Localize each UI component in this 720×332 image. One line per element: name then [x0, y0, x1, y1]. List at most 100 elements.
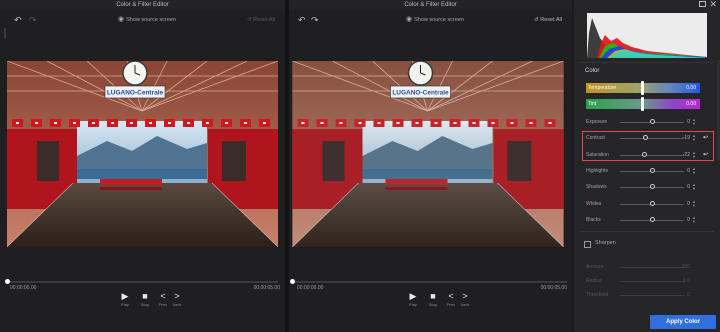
- playhead-knob[interactable]: [290, 279, 295, 284]
- temperature-bar[interactable]: Temperature 0.00: [586, 81, 700, 95]
- source-preview-pane: Color & Filter Editor ↶ ↷ ◉ Show source s…: [0, 0, 285, 332]
- exposure-stepper-icon[interactable]: ▲ ▼: [692, 118, 696, 126]
- blacks-value[interactable]: 0: [687, 215, 690, 225]
- highlights-knob[interactable]: [649, 168, 655, 173]
- highlights-slider-row: Highlights 0 ▲ ▼: [586, 166, 712, 176]
- saturation-knob[interactable]: [642, 152, 648, 157]
- section-divider: [580, 62, 714, 63]
- preview-image: LUGANO-Centrale: [7, 61, 278, 247]
- prev-button[interactable]: < Prev: [156, 291, 170, 307]
- undo-icon[interactable]: ↶: [14, 14, 22, 26]
- undo-icon[interactable]: ↶: [298, 14, 306, 26]
- tint-knob[interactable]: [641, 97, 644, 111]
- temperature-value: 0.00: [686, 85, 696, 91]
- playhead-knob[interactable]: [5, 279, 10, 284]
- shadows-value[interactable]: 0: [687, 182, 690, 192]
- reset-icon: ↺: [534, 17, 539, 23]
- next-icon: >: [462, 291, 468, 301]
- contrast-reset-icon[interactable]: ↩: [703, 133, 708, 143]
- sharpen-threshold-label: Threshold: [586, 292, 609, 298]
- sharpen-threshold-slider[interactable]: [620, 295, 684, 296]
- exposure-slider-row: Exposure 0 ▲ ▼: [586, 117, 712, 127]
- saturation-stepper-icon[interactable]: ▲ ▼: [692, 151, 696, 159]
- edited-preview-pane: Color & Filter Editor ↶ ↷ ◉ Show source s…: [289, 0, 572, 332]
- time-start: 00:00:00.00: [297, 285, 324, 291]
- exposure-knob[interactable]: [649, 119, 655, 124]
- saturation-slider[interactable]: [620, 155, 684, 156]
- apply-color-button[interactable]: Apply Color: [650, 315, 716, 329]
- sharpen-radius-label: Radius: [586, 278, 602, 284]
- playback-controls: ▶ Play ■ Stop < Prev > Next: [406, 291, 476, 311]
- stop-button[interactable]: ■ Stop: [138, 291, 152, 307]
- time-start: 00:00:00.00: [10, 285, 37, 291]
- reset-all-button[interactable]: ↺ Reset All: [534, 14, 562, 26]
- tint-value: 0.00: [686, 101, 696, 107]
- stop-button[interactable]: ■ Stop: [426, 291, 440, 307]
- timeline-scrubber[interactable]: [290, 279, 567, 284]
- sharpen-amount-value[interactable]: 100: [682, 262, 690, 272]
- blacks-knob[interactable]: [649, 217, 655, 222]
- tint-bar[interactable]: Tint 0.00: [586, 97, 700, 111]
- highlights-value[interactable]: 0: [687, 166, 690, 176]
- highlights-stepper-icon[interactable]: ▲ ▼: [692, 167, 696, 175]
- histogram: [587, 13, 707, 58]
- pane-title: Color & Filter Editor: [0, 0, 285, 11]
- sharpen-amount-slider[interactable]: [620, 267, 684, 268]
- prev-icon: <: [448, 291, 454, 301]
- color-settings-panel: ✕ Color Temperature 0.00 Tint 0.00 Sharp…: [574, 0, 720, 332]
- play-icon: ▶: [409, 291, 417, 301]
- sharpen-amount-label: Amount: [586, 264, 604, 270]
- prev-button[interactable]: < Prev: [444, 291, 458, 307]
- whites-value[interactable]: 0: [687, 199, 690, 209]
- sharpen-threshold-value[interactable]: 0: [687, 290, 690, 300]
- sharpen-threshold-row: Threshold 0: [586, 290, 712, 300]
- sharpen-radius-slider[interactable]: [620, 281, 684, 282]
- reset-all-button[interactable]: ↺ Reset All: [247, 14, 275, 26]
- show-source-toggle[interactable]: ◉ Show source screen: [406, 14, 464, 26]
- play-button[interactable]: ▶ Play: [118, 291, 132, 307]
- sharpen-label: Sharpen: [595, 240, 616, 246]
- whites-knob[interactable]: [649, 201, 655, 206]
- preview-toolbar: ↶ ↷ ◉ Show source screen ↺ Reset All: [0, 14, 285, 26]
- highlights-label: Highlights: [586, 168, 608, 174]
- contrast-slider-row: Contrast -19 ▲ ▼ ↩: [586, 133, 712, 143]
- next-button[interactable]: > Next: [458, 291, 472, 307]
- contrast-stepper-icon[interactable]: ▲ ▼: [692, 134, 696, 142]
- play-icon: ▶: [121, 291, 129, 301]
- contrast-value[interactable]: -19: [683, 133, 690, 143]
- sharpen-radius-value[interactable]: 1.0: [683, 276, 690, 286]
- sharpen-amount-row: Amount 100: [586, 262, 712, 272]
- next-button[interactable]: > Next: [170, 291, 184, 307]
- show-source-toggle[interactable]: ◉ Show source screen: [118, 14, 176, 26]
- redo-icon[interactable]: ↷: [311, 14, 319, 26]
- eye-icon: ◉: [406, 16, 413, 23]
- time-end: 00:00:05.00: [253, 285, 280, 291]
- contrast-slider[interactable]: [620, 138, 684, 139]
- panel-resize-handle[interactable]: [4, 28, 6, 38]
- blacks-label: Blacks: [586, 217, 601, 223]
- whites-stepper-icon[interactable]: ▲ ▼: [692, 200, 696, 208]
- temperature-knob[interactable]: [641, 81, 644, 95]
- contrast-label: Contrast: [586, 135, 605, 141]
- saturation-reset-icon[interactable]: ↩: [703, 150, 708, 160]
- tint-label: Tint: [588, 101, 597, 107]
- timeline-scrubber[interactable]: [5, 279, 278, 284]
- exposure-value[interactable]: 0: [687, 117, 690, 127]
- close-icon[interactable]: ✕: [709, 0, 717, 10]
- shadows-stepper-icon[interactable]: ▲ ▼: [692, 183, 696, 191]
- saturation-label: Saturation: [586, 152, 609, 158]
- shadows-knob[interactable]: [649, 184, 655, 189]
- sharpen-checkbox[interactable]: [584, 241, 591, 248]
- play-button[interactable]: ▶ Play: [406, 291, 420, 307]
- saturation-value[interactable]: -22: [683, 150, 690, 160]
- maximize-icon[interactable]: [699, 1, 706, 7]
- preview-toolbar: ↶ ↷ ◉ Show source screen ↺ Reset All: [289, 14, 572, 26]
- redo-icon[interactable]: ↷: [29, 14, 37, 26]
- section-divider: [580, 231, 714, 232]
- contrast-knob[interactable]: [643, 135, 649, 140]
- station-photo-edited: LUGANO-Centrale: [292, 61, 564, 247]
- blacks-stepper-icon[interactable]: ▲ ▼: [692, 216, 696, 224]
- station-sign: LUGANO-Centrale: [107, 90, 164, 97]
- temperature-label: Temperature: [588, 85, 617, 91]
- whites-label: Whites: [586, 201, 602, 207]
